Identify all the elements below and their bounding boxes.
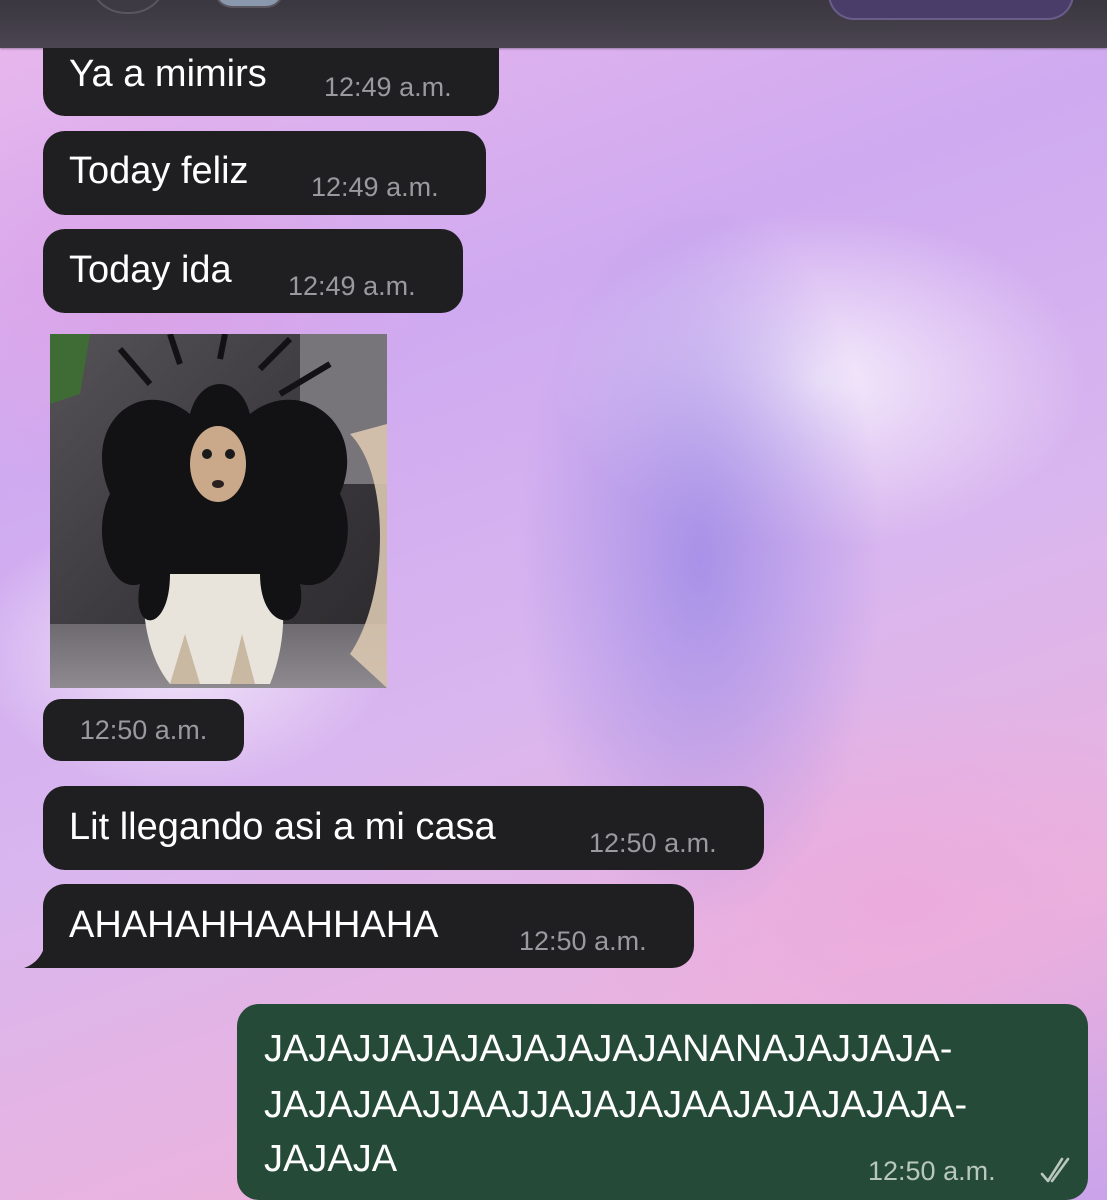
outgoing-message-bubble[interactable]: JAJAJJAJAJAJAJAJAJANANAJAJJAJA- JAJAJAAJ…	[237, 1004, 1088, 1200]
back-button[interactable]	[88, 0, 168, 14]
dog-in-wig-photo	[50, 334, 387, 688]
message-text: Ya a mimirs	[69, 53, 267, 95]
message-bubble[interactable]: Today feliz 12:49 a.m.	[43, 131, 486, 215]
photo-timestamp: 12:50 a.m.	[43, 699, 244, 761]
message-text-line: JAJAJJAJAJAJAJAJAJANANAJAJJAJA-	[264, 1028, 953, 1070]
photo-message[interactable]	[50, 334, 387, 688]
message-bubble[interactable]: Lit llegando asi a mi casa 12:50 a.m.	[43, 786, 764, 870]
message-bubble[interactable]: AHAHAHHAAHHAHA 12:50 a.m.	[43, 884, 694, 968]
message-text-line: JAJAJA	[264, 1138, 398, 1180]
chat-header	[0, 0, 1107, 48]
message-text-line: JAJAJAAJJAAJJAJAJAJAAJAJAJAJAJA-	[264, 1084, 968, 1126]
message-text: AHAHAHHAAHHAHA	[69, 904, 439, 946]
message-time: 12:49 a.m.	[311, 172, 439, 202]
message-bubble[interactable]: Ya a mimirs 12:49 a.m.	[43, 48, 499, 116]
message-time: 12:50 a.m.	[589, 828, 717, 858]
message-text: Today ida	[69, 249, 232, 291]
contact-avatar[interactable]	[214, 0, 284, 8]
double-check-icon	[1040, 1157, 1070, 1183]
message-bubble[interactable]: Today ida 12:49 a.m.	[43, 229, 463, 313]
message-time: 12:49 a.m.	[288, 271, 416, 301]
message-text: Today feliz	[69, 150, 249, 192]
message-time: 12:50 a.m.	[868, 1156, 996, 1186]
header-action-button[interactable]	[828, 0, 1074, 20]
message-text: Lit llegando asi a mi casa	[69, 806, 496, 848]
message-time: 12:49 a.m.	[324, 72, 452, 102]
message-time: 12:50 a.m.	[519, 926, 647, 956]
